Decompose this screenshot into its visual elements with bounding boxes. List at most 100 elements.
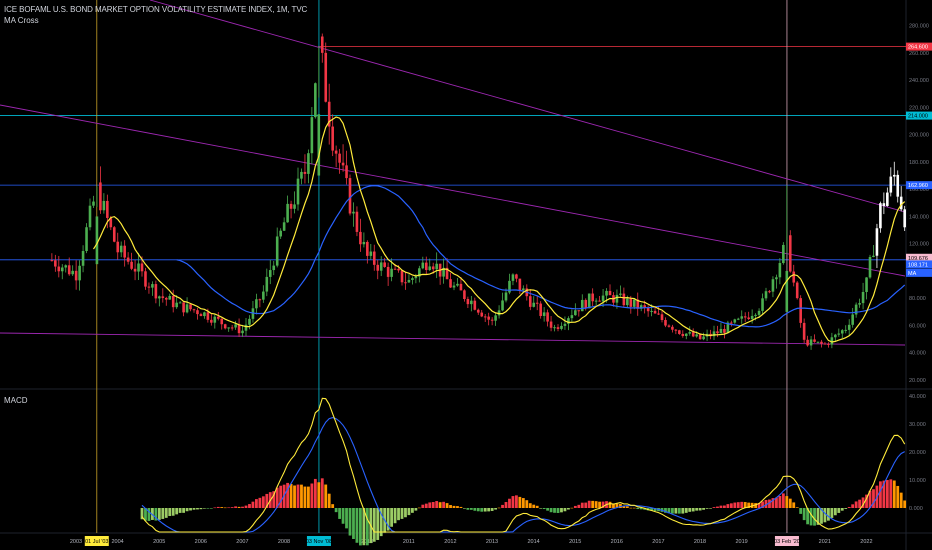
candle-body	[674, 329, 678, 331]
macd-histogram-bar	[719, 505, 723, 508]
candle-body	[310, 117, 314, 154]
macd-histogram-bar	[466, 508, 470, 510]
candle-body	[366, 241, 369, 256]
macd-histogram-bar	[355, 508, 359, 543]
price-label-text: MA	[908, 271, 917, 277]
candle-body	[827, 343, 830, 345]
candle-body	[404, 282, 407, 284]
candle-body	[397, 268, 400, 271]
candle-body	[518, 278, 522, 291]
macd-histogram-bar	[490, 508, 494, 511]
macd-histogram-bar	[896, 485, 900, 508]
macd-histogram-bar	[549, 508, 553, 513]
macd-histogram-bar	[695, 508, 699, 511]
candle-body	[671, 326, 674, 330]
macd-histogram-bar	[261, 496, 265, 508]
candle-body	[688, 332, 692, 334]
candle-body	[657, 313, 660, 315]
candle-body	[476, 309, 480, 313]
candle-body	[847, 324, 851, 330]
candle-body	[362, 241, 366, 245]
candle-body	[865, 277, 868, 292]
macd-histogram-bar	[567, 508, 570, 510]
candle-body	[300, 171, 303, 179]
macd-histogram-bar	[289, 483, 293, 508]
macd-histogram-bar	[698, 508, 702, 511]
time-marker-text: 03 Feb '20	[774, 539, 800, 545]
macd-histogram-bar	[442, 501, 446, 508]
candle-body	[175, 302, 178, 308]
macd-histogram-bar	[504, 502, 508, 508]
macd-histogram-bar	[889, 479, 893, 508]
macd-histogram-bar	[521, 498, 525, 508]
candle-body	[452, 285, 456, 288]
candle-body	[282, 222, 286, 231]
candle-body	[802, 322, 806, 340]
macd-histogram-bar	[248, 504, 251, 508]
candle-body	[372, 251, 376, 265]
macd-histogram-bar	[338, 508, 342, 519]
candle-body	[126, 257, 130, 262]
candle-body	[515, 274, 518, 279]
candle-body	[650, 310, 653, 312]
candle-body	[411, 278, 414, 280]
candle-body	[528, 296, 532, 307]
macd-histogram-bar	[206, 508, 210, 509]
candle-body	[716, 331, 719, 334]
macd-histogram-bar	[241, 506, 244, 508]
macd-histogram-bar	[494, 508, 498, 510]
macd-histogram-bar	[688, 508, 692, 512]
candle-body	[580, 299, 584, 312]
macd-tick-label: 30.000	[909, 422, 926, 428]
candle-body	[788, 235, 792, 272]
candle-body	[470, 300, 473, 305]
macd-histogram-bar	[632, 507, 636, 509]
candle-body	[449, 279, 452, 288]
candle-body	[213, 316, 217, 323]
macd-histogram-bar	[223, 507, 227, 509]
candle-body	[431, 266, 435, 270]
macd-histogram-bar	[414, 508, 418, 511]
macd-histogram-bar	[480, 508, 484, 512]
candle-body	[896, 174, 900, 197]
candle-body	[532, 302, 536, 307]
macd-histogram-bar	[879, 481, 882, 508]
candle-body	[178, 302, 182, 304]
candle-body	[504, 292, 508, 301]
macd-label[interactable]: MACD	[4, 396, 28, 405]
candle-body	[67, 265, 71, 275]
macd-histogram-bar	[178, 508, 182, 513]
ma-cross-label[interactable]: MA Cross	[4, 16, 39, 25]
macd-histogram-bar	[376, 508, 380, 540]
macd-histogram-bar	[813, 508, 816, 526]
macd-histogram-bar	[729, 503, 733, 508]
time-tick-label: 2017	[652, 539, 664, 545]
macd-histogram-bar	[331, 504, 335, 508]
time-tick-label: 2011	[403, 539, 415, 545]
chart-root: 280.000 260.000 240.000 220.000 200.000 180.0…	[0, 0, 932, 550]
candle-body	[265, 276, 269, 292]
macd-histogram-bar	[528, 503, 532, 508]
candle-body	[286, 203, 289, 223]
candle-body	[813, 339, 816, 342]
macd-histogram-bar	[334, 508, 338, 513]
macd-histogram-bar	[421, 504, 425, 508]
macd-histogram-bar	[598, 501, 602, 508]
price-tick-label: 20.000	[909, 378, 926, 384]
macd-histogram-bar	[535, 505, 539, 508]
candle-body	[775, 277, 778, 280]
macd-histogram-bar	[227, 507, 231, 509]
time-tick-label: 2003	[70, 539, 82, 545]
macd-histogram-bar	[702, 508, 706, 510]
candle-body	[244, 324, 248, 331]
candle-body	[466, 299, 470, 305]
time-tick-label: 2018	[694, 539, 706, 545]
price-tick-label: 280.000	[909, 24, 929, 30]
macd-histogram-bar	[476, 508, 480, 512]
candle-body	[875, 228, 879, 256]
chart-canvas[interactable]: 280.000 260.000 240.000 220.000 200.000 180.0…	[0, 0, 932, 550]
time-tick-label: 2019	[735, 539, 747, 545]
candle-body	[754, 314, 757, 316]
candle-body	[348, 178, 352, 214]
macd-histogram-bar	[684, 508, 688, 513]
